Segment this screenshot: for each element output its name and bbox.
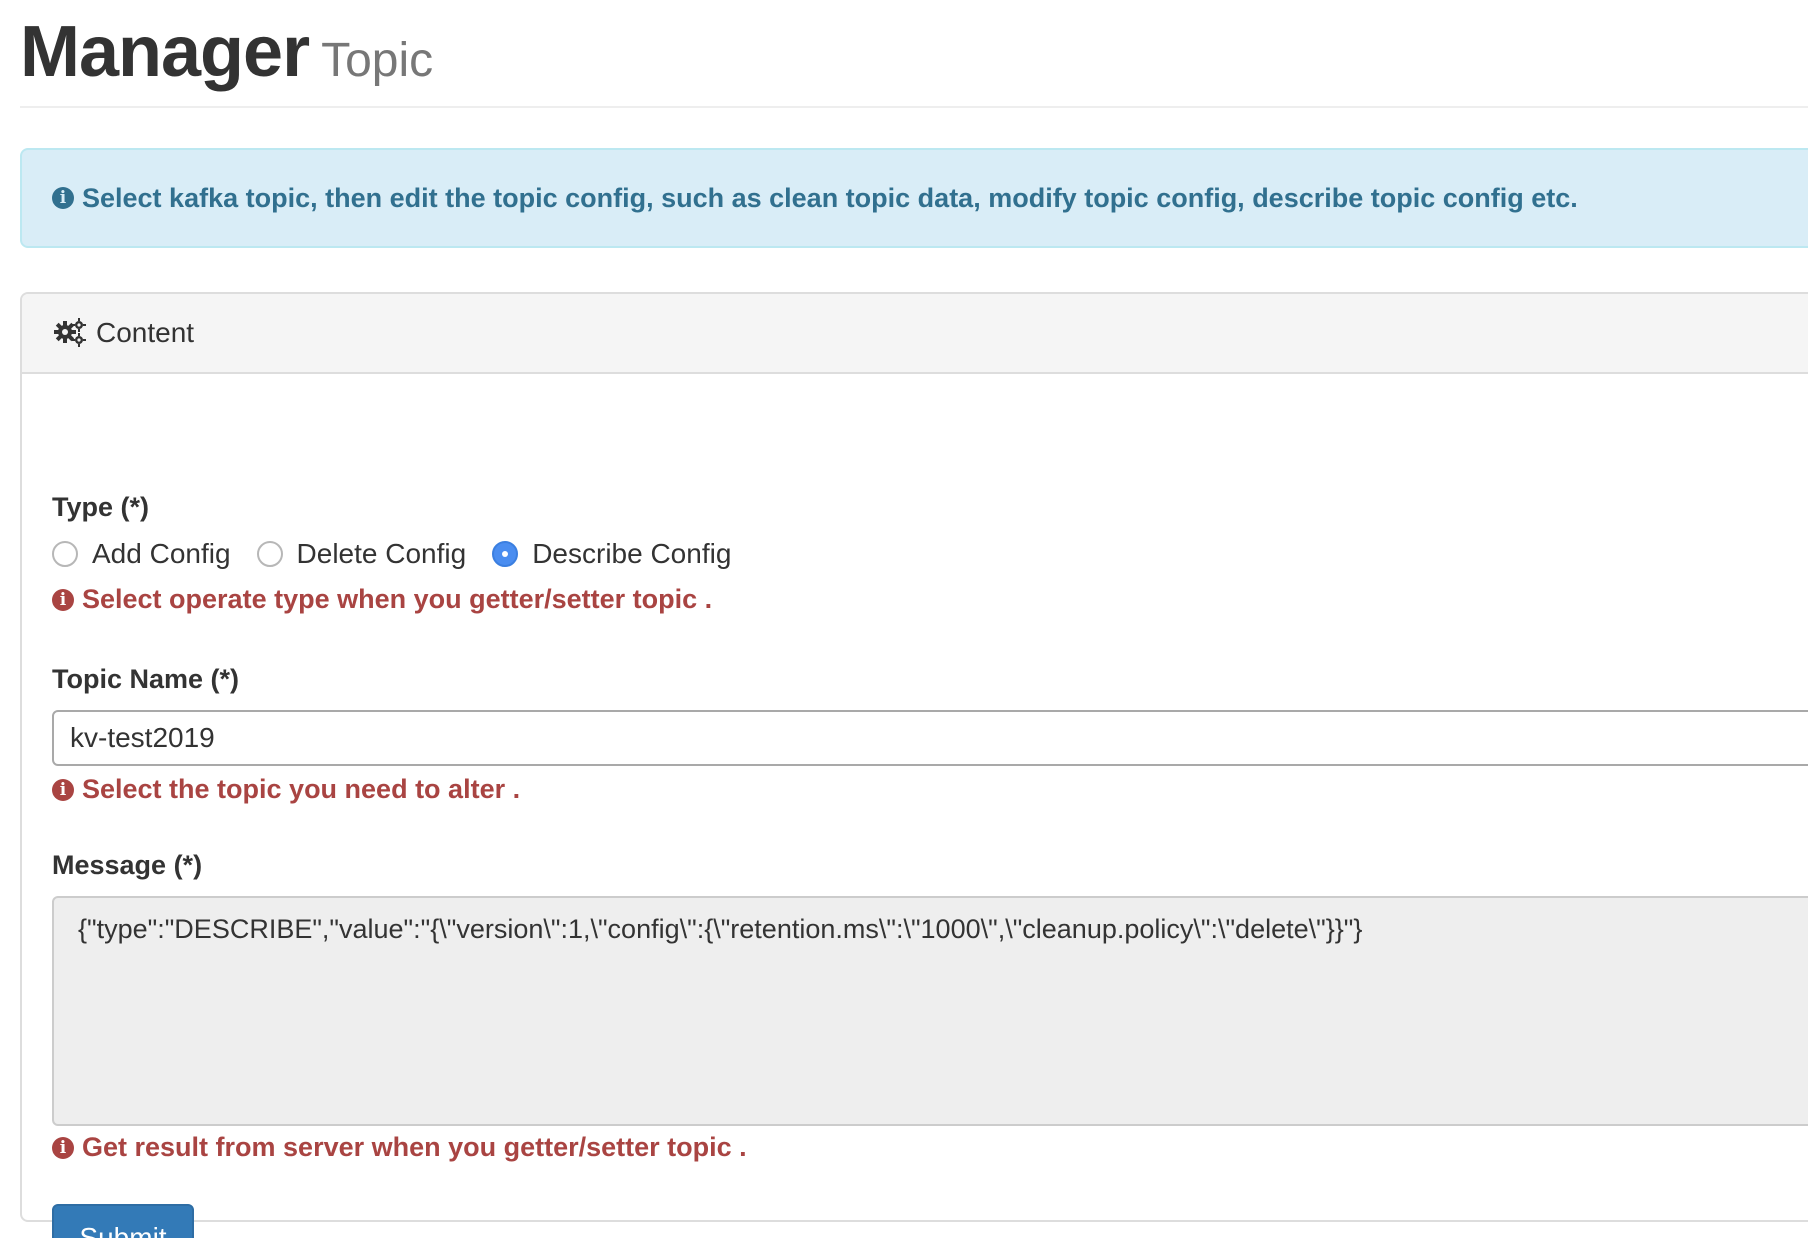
- message-label: Message (*): [52, 850, 203, 880]
- submit-button[interactable]: Submit: [52, 1204, 194, 1238]
- radio-describe-config[interactable]: Describe Config: [492, 538, 731, 570]
- message-textarea[interactable]: {"type":"DESCRIBE","value":"{\"version\"…: [52, 896, 1808, 1126]
- radio-describe-config-circle[interactable]: [492, 541, 519, 567]
- type-label: Type (*): [52, 492, 150, 522]
- message-help-text: Get result from server when you getter/s…: [82, 1132, 747, 1162]
- gears-icon: [54, 318, 86, 347]
- radio-describe-config-label: Describe Config: [532, 538, 732, 569]
- topic-name-input[interactable]: [52, 710, 1808, 766]
- topic-help: i Select the topic you need to alter .: [52, 774, 520, 805]
- radio-delete-config[interactable]: Delete Config: [256, 538, 467, 570]
- type-radio-group: Add Config Delete Config Describe Config: [52, 536, 757, 572]
- page-title: Manager Topic: [20, 12, 433, 101]
- type-help-text: Select operate type when you getter/sett…: [82, 584, 713, 614]
- panel-title: Content: [96, 317, 195, 348]
- radio-delete-config-circle[interactable]: [256, 541, 283, 567]
- info-alert: i Select kafka topic, then edit the topi…: [20, 148, 1808, 248]
- page-subtitle: Topic: [321, 34, 434, 87]
- alert-text: Select kafka topic, then edit the topic …: [82, 182, 1578, 213]
- topic-help-text: Select the topic you need to alter .: [82, 774, 521, 804]
- panel-heading: Content: [22, 294, 1808, 374]
- info-icon: i: [52, 778, 74, 801]
- topic-name-label: Topic Name (*): [52, 664, 240, 694]
- info-icon: i: [52, 588, 74, 611]
- message-help: i Get result from server when you getter…: [52, 1132, 747, 1163]
- radio-delete-config-label: Delete Config: [296, 538, 467, 569]
- page-header: Manager Topic: [20, 0, 1808, 108]
- page-title-text: Manager: [20, 12, 310, 92]
- page: Manager Topic i Select kafka topic, then …: [0, 0, 1808, 1238]
- info-icon: i: [52, 1136, 74, 1159]
- radio-add-config[interactable]: Add Config: [52, 538, 231, 570]
- info-icon: i: [52, 187, 74, 209]
- type-help: i Select operate type when you getter/se…: [52, 584, 712, 615]
- content-panel: Content Type (*) Add Config Delete Confi…: [20, 292, 1808, 1238]
- radio-add-config-label: Add Config: [92, 538, 231, 569]
- radio-add-config-circle[interactable]: [52, 541, 78, 567]
